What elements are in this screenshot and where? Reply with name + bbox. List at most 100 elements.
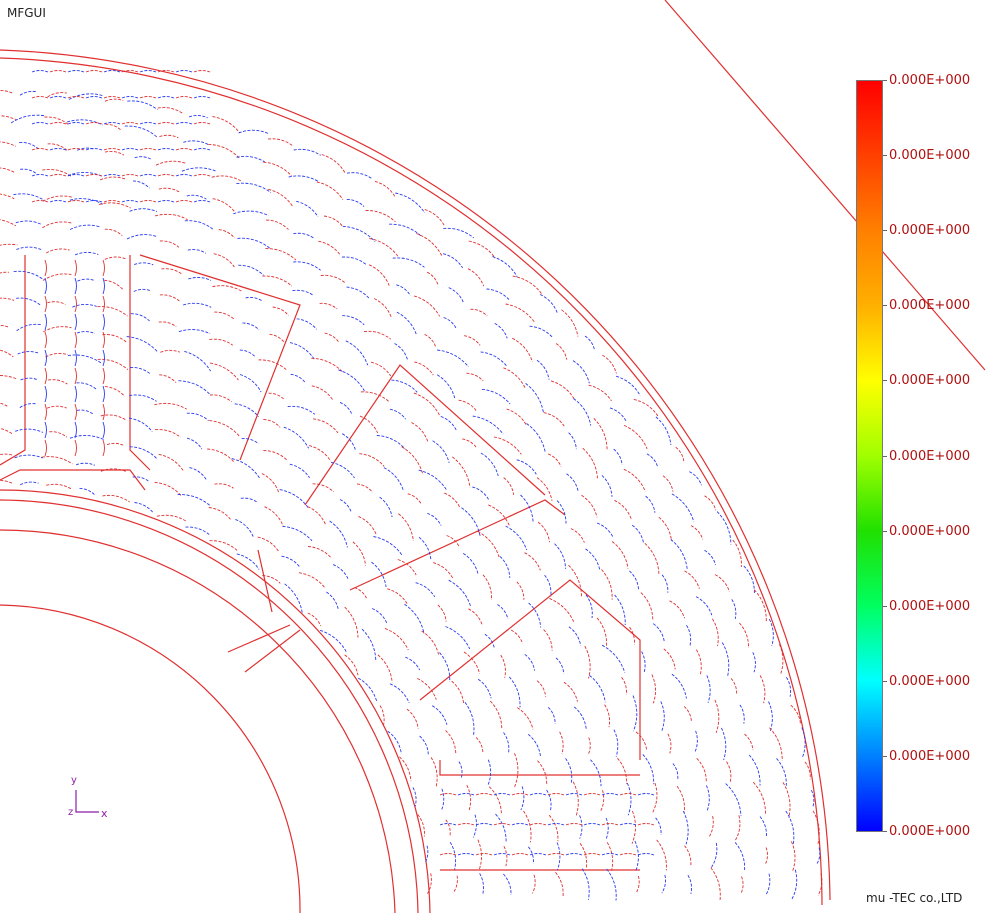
flux-vector bbox=[262, 275, 293, 287]
flux-vector bbox=[548, 814, 559, 842]
flux-vector bbox=[721, 642, 730, 677]
flux-vector bbox=[396, 284, 411, 296]
flux-vector bbox=[0, 90, 13, 94]
flux-vector bbox=[74, 295, 77, 313]
flux-vector bbox=[449, 841, 457, 870]
flux-vector bbox=[44, 277, 47, 295]
flux-vector bbox=[614, 594, 626, 626]
flux-vector bbox=[132, 180, 150, 189]
flux-vector bbox=[565, 793, 583, 796]
flux-vector bbox=[514, 753, 519, 788]
flux-vector bbox=[0, 141, 16, 147]
flux-vector bbox=[0, 402, 9, 408]
flux-vector bbox=[497, 604, 509, 620]
flux-vector bbox=[494, 323, 508, 339]
flux-vector bbox=[635, 731, 648, 751]
flux-vector bbox=[601, 475, 613, 497]
flux-vector bbox=[684, 570, 700, 589]
flux-vector bbox=[102, 403, 105, 421]
flux-vector bbox=[121, 148, 139, 151]
flux-vector bbox=[342, 315, 365, 326]
flux-vector bbox=[565, 853, 583, 856]
flux-vector bbox=[516, 581, 525, 600]
flux-vector bbox=[268, 392, 285, 400]
flux-vector bbox=[395, 192, 426, 214]
footer-copyright: mu -TEC co.,LTD bbox=[866, 891, 963, 905]
flux-vector bbox=[239, 349, 255, 357]
flux-vector bbox=[236, 182, 272, 193]
flux-vector bbox=[189, 467, 207, 480]
flux-vector bbox=[547, 706, 556, 724]
flux-vector bbox=[127, 100, 158, 111]
flux-vector bbox=[503, 477, 515, 495]
flux-vector bbox=[245, 296, 263, 302]
flux-vector bbox=[323, 215, 343, 227]
flux-vector bbox=[596, 617, 608, 647]
legend-tick bbox=[883, 530, 887, 532]
flux-vector bbox=[15, 428, 44, 433]
legend-tick bbox=[883, 755, 887, 757]
legend-tick bbox=[883, 455, 887, 457]
flux-vector bbox=[161, 268, 183, 275]
flux-vector bbox=[157, 96, 175, 99]
flux-vector bbox=[49, 70, 67, 73]
flux-vector bbox=[218, 229, 236, 239]
flux-vector bbox=[0, 115, 17, 121]
flux-vector bbox=[572, 781, 579, 816]
flux-vector bbox=[631, 524, 644, 543]
flux-vector bbox=[213, 253, 235, 268]
flux-vector bbox=[49, 122, 67, 125]
legend-label: 0.000E+000 bbox=[889, 598, 971, 614]
legend-tick bbox=[883, 605, 887, 607]
flux-vector bbox=[159, 294, 180, 302]
flux-vector bbox=[517, 707, 534, 730]
flux-vector bbox=[768, 701, 773, 732]
flux-vector bbox=[346, 198, 365, 207]
flux-vector bbox=[44, 349, 47, 367]
flux-vector bbox=[759, 816, 767, 838]
flux-vector bbox=[480, 351, 508, 367]
flux-vector bbox=[104, 256, 126, 260]
flux-vector bbox=[74, 313, 77, 331]
flux-vector bbox=[384, 627, 409, 651]
flux-vector bbox=[313, 418, 339, 434]
mesh-outline bbox=[0, 0, 986, 913]
flux-vector bbox=[193, 96, 211, 99]
flux-vector bbox=[748, 754, 761, 786]
flux-vector bbox=[158, 187, 180, 193]
flux-vector bbox=[637, 793, 655, 796]
flux-vector bbox=[159, 240, 180, 248]
flux-vector bbox=[85, 148, 103, 151]
flux-vector bbox=[464, 335, 481, 346]
flux-vector bbox=[46, 405, 67, 409]
flux-vector bbox=[341, 256, 368, 266]
flux-vector bbox=[186, 412, 209, 421]
flux-vector bbox=[549, 597, 575, 624]
flux-vector bbox=[159, 374, 177, 383]
model-viewport[interactable] bbox=[0, 0, 989, 913]
flux-vector bbox=[506, 408, 527, 426]
flux-vector bbox=[105, 123, 121, 131]
flux-vector bbox=[537, 521, 551, 543]
flux-vector bbox=[477, 531, 500, 558]
flux-vector bbox=[210, 362, 239, 381]
flux-vector bbox=[186, 437, 203, 450]
flux-vector bbox=[272, 306, 289, 316]
flux-vector bbox=[188, 276, 212, 281]
flux-vector bbox=[604, 704, 611, 728]
flux-vector bbox=[193, 200, 211, 203]
flux-vector bbox=[555, 343, 568, 360]
flux-vector bbox=[283, 426, 309, 449]
legend-label: 0.000E+000 bbox=[889, 673, 971, 689]
flux-vector bbox=[640, 592, 654, 620]
flux-vector bbox=[19, 90, 38, 96]
flux-vector bbox=[289, 342, 316, 361]
flux-vector bbox=[704, 495, 717, 511]
flux-vector bbox=[126, 234, 157, 240]
flux-vector bbox=[528, 846, 534, 864]
flux-vector bbox=[675, 446, 685, 462]
flux-vector bbox=[287, 405, 316, 415]
flux-vector bbox=[293, 232, 315, 239]
flux-vector bbox=[31, 174, 49, 177]
flux-vector bbox=[238, 129, 269, 134]
